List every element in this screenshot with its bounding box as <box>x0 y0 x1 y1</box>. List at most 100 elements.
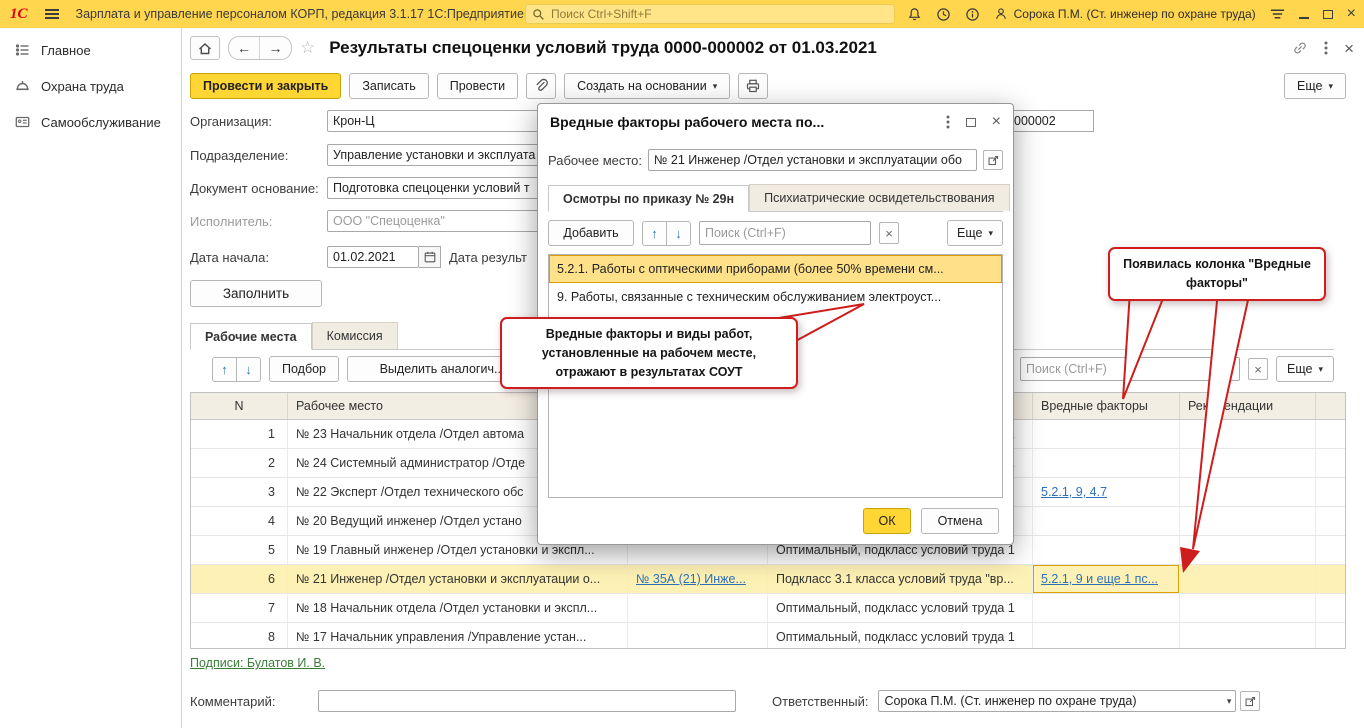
close-form-icon[interactable]: × <box>1344 40 1354 57</box>
info-icon[interactable] <box>965 7 980 22</box>
cancel-button[interactable]: Отмена <box>921 508 999 534</box>
workplace-card-link[interactable]: № 35А (21) Инже... <box>636 572 746 586</box>
cell-number: 5 <box>191 536 288 564</box>
cell-recommendations <box>1180 478 1316 506</box>
notifications-icon[interactable] <box>907 7 922 22</box>
cell-recommendations <box>1180 507 1316 535</box>
forward-button[interactable]: → <box>260 37 291 59</box>
clear-search-icon[interactable]: × <box>1248 358 1268 380</box>
signatures-link[interactable]: Подписи: Булатов И. В. <box>190 656 325 670</box>
factor-list-item[interactable]: 5.2.1. Работы с оптическими приборами (б… <box>549 255 1002 283</box>
sidebar-item-labor-safety[interactable]: Охрана труда <box>0 68 181 104</box>
dialog-move-buttons: ↑ ↓ <box>642 220 691 246</box>
cell-workplace: № 17 Начальник управления /Управление ус… <box>288 623 628 648</box>
cell-factors <box>1033 594 1180 622</box>
workplaces-search-input[interactable] <box>1026 362 1234 376</box>
open-workplace-icon[interactable] <box>983 150 1003 170</box>
cell-recommendations <box>1180 594 1316 622</box>
save-button[interactable]: Записать <box>349 73 429 99</box>
factors-link[interactable]: 5.2.1, 9 и еще 1 пс... <box>1041 572 1158 586</box>
comment-input[interactable] <box>318 690 736 712</box>
workplaces-more-button[interactable]: Еще ▾ <box>1276 356 1334 382</box>
dialog-workplace-field: Рабочее место: <box>548 148 1003 172</box>
home-button[interactable] <box>190 36 220 60</box>
form-menu-icon[interactable] <box>1324 40 1328 56</box>
panel-settings-icon[interactable] <box>1270 8 1285 20</box>
print-button[interactable] <box>738 73 769 99</box>
create-based-on-button[interactable]: Создать на основании ▾ <box>564 73 731 99</box>
cell-factors <box>1033 536 1180 564</box>
factors-link[interactable]: 5.2.1, 9, 4.7 <box>1041 485 1107 499</box>
ok-button[interactable]: ОК <box>863 508 911 534</box>
form-header: ← → ☆ Результаты спецоценки условий труд… <box>190 33 1354 63</box>
column-harmful-factors[interactable]: Вредные факторы <box>1033 393 1180 419</box>
cell-factors: 5.2.1, 9 и еще 1 пс... <box>1033 565 1180 593</box>
cell-number: 7 <box>191 594 288 622</box>
cell-card-link <box>628 594 768 622</box>
main-menu-icon[interactable] <box>44 7 60 21</box>
workplaces-search[interactable] <box>1020 357 1240 381</box>
printer-icon <box>747 79 760 93</box>
attachments-button[interactable] <box>526 73 557 99</box>
page-title: Результаты спецоценки условий труда 0000… <box>329 38 877 57</box>
dialog-workplace-input[interactable] <box>648 149 977 171</box>
factor-list-item[interactable]: 9. Работы, связанные с техническим обслу… <box>549 283 1002 311</box>
column-recommendations[interactable]: Рекомендации <box>1180 393 1316 419</box>
field-responsible: Ответственный: ▾ <box>772 690 1261 712</box>
tab-workplaces[interactable]: Рабочие места <box>190 323 312 350</box>
form-more-button[interactable]: Еще ▾ <box>1284 73 1346 99</box>
back-button[interactable]: ← <box>229 37 260 59</box>
move-up-icon[interactable]: ↑ <box>212 356 237 382</box>
dialog-close-icon[interactable]: × <box>992 114 1001 130</box>
dialog-menu-icon[interactable] <box>946 114 950 130</box>
post-and-close-button[interactable]: Провести и закрыть <box>190 73 342 99</box>
cell-number: 3 <box>191 478 288 506</box>
global-search-input[interactable] <box>551 7 888 21</box>
cell-recommendations <box>1180 449 1316 477</box>
document-number-fragment: 000002 <box>1010 110 1094 132</box>
table-row[interactable]: 6 № 21 Инженер /Отдел установки и эксплу… <box>191 565 1345 594</box>
sidebar-item-self-service[interactable]: Самообслуживание <box>0 104 181 140</box>
dialog-clear-search-icon[interactable]: × <box>879 222 899 244</box>
fill-button[interactable]: Заполнить <box>190 280 322 307</box>
calendar-icon[interactable] <box>419 246 441 268</box>
maximize-button[interactable] <box>1322 9 1333 19</box>
dialog-search-input[interactable] <box>705 226 866 240</box>
post-button[interactable]: Провести <box>436 73 519 99</box>
close-window-button[interactable]: × <box>1347 6 1356 22</box>
add-button[interactable]: Добавить <box>548 220 634 246</box>
cell-class: Оптимальный, подкласс условий труда 1 <box>768 594 1033 622</box>
column-n[interactable]: N <box>191 393 288 419</box>
sidebar-item-main[interactable]: Главное <box>0 32 181 68</box>
get-link-icon[interactable] <box>1292 40 1308 56</box>
tab-exams-order-29n[interactable]: Осмотры по приказу № 29н <box>548 185 750 212</box>
tab-psychiatric-exams[interactable]: Психиатрические освидетельствования <box>749 184 1010 211</box>
cell-number: 8 <box>191 623 288 648</box>
pick-button[interactable]: Подбор <box>269 356 339 382</box>
history-icon[interactable] <box>936 7 951 22</box>
open-responsible-icon[interactable] <box>1240 691 1261 711</box>
tab-commission[interactable]: Комиссия <box>311 322 398 349</box>
app-title: Зарплата и управление персоналом КОРП, р… <box>75 7 524 21</box>
dialog-search[interactable] <box>699 221 871 245</box>
dialog-move-up-icon[interactable]: ↑ <box>642 220 667 246</box>
section-panel: Главное Охрана труда Самообслуживание <box>0 28 182 728</box>
dialog-maximize-icon[interactable] <box>965 117 976 127</box>
dialog-move-down-icon[interactable]: ↓ <box>666 220 691 246</box>
favorite-star-icon[interactable]: ☆ <box>300 38 315 58</box>
table-row[interactable]: 8 № 17 Начальник управления /Управление … <box>191 623 1345 648</box>
responsible-combo: ▾ <box>878 690 1237 712</box>
paperclip-icon <box>536 78 548 91</box>
table-row[interactable]: 7 № 18 Начальник отдела /Отдел установки… <box>191 594 1345 623</box>
minimize-button[interactable] <box>1298 17 1309 19</box>
responsible-input[interactable] <box>878 690 1237 712</box>
cell-recommendations <box>1180 420 1316 448</box>
callout-factors-note: Вредные факторы и виды работ, установлен… <box>500 317 798 390</box>
global-search[interactable] <box>525 4 895 24</box>
move-down-icon[interactable]: ↓ <box>236 356 261 382</box>
dialog-more-button[interactable]: Еще ▾ <box>947 220 1003 246</box>
field-comment: Комментарий: <box>190 690 736 712</box>
start-date-input[interactable] <box>327 246 419 268</box>
cell-class: Подкласс 3.1 класса условий труда "вр... <box>768 565 1033 593</box>
current-user[interactable]: Сорока П.М. (Ст. инженер по охране труда… <box>994 7 1256 21</box>
